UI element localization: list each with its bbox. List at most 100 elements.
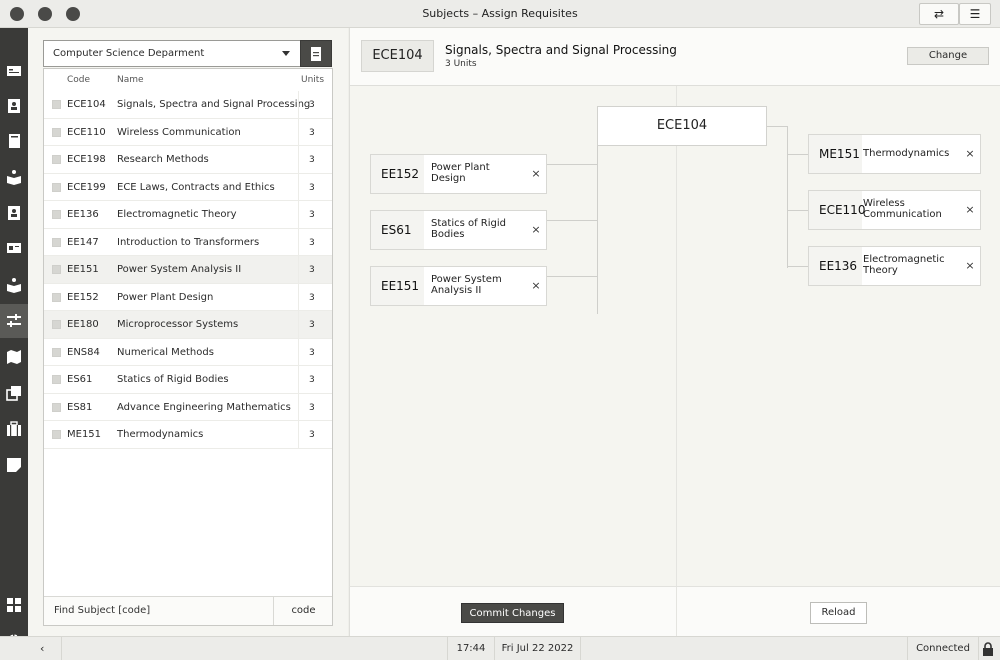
sidebar-item-reader[interactable] [5, 168, 23, 186]
row-checkbox[interactable] [52, 430, 61, 439]
row-units: 3 [309, 127, 315, 138]
row-checkbox[interactable] [52, 127, 61, 137]
prerequisite-node[interactable]: ES61 Statics of Rigid Bodies × [370, 210, 547, 250]
remove-icon[interactable]: × [960, 135, 980, 173]
sidebar-item-note[interactable] [5, 456, 23, 474]
column-header-name[interactable]: Name [117, 75, 144, 85]
column-header-units[interactable]: Units [301, 75, 324, 85]
department-action-button[interactable] [300, 40, 332, 67]
remove-icon[interactable]: × [960, 191, 980, 229]
row-checkbox[interactable] [52, 100, 61, 109]
reload-button[interactable]: Reload [810, 602, 867, 624]
status-time: 17:44 [447, 637, 495, 660]
row-name: Introduction to Transformers [117, 236, 260, 248]
row-code: EE180 [67, 319, 99, 330]
table-row[interactable]: ME151 Thermodynamics 3 [44, 421, 332, 449]
row-checkbox[interactable] [52, 292, 61, 302]
grid-icon [7, 598, 21, 612]
table-row[interactable]: ENS84 Numerical Methods 3 [44, 338, 332, 366]
sidebar-item-id-card[interactable] [5, 62, 23, 80]
row-checkbox[interactable] [52, 155, 61, 164]
profile-card-icon [7, 243, 21, 253]
sidebar-item-reading[interactable] [5, 276, 23, 294]
row-name: Power System Analysis II [117, 264, 242, 275]
row-code: EE147 [67, 236, 99, 248]
node-code: ECE110 [809, 191, 865, 229]
sidebar-item-address-book[interactable] [5, 204, 23, 222]
table-row[interactable]: ES61 Statics of Rigid Bodies 3 [44, 366, 332, 394]
sidebar-item-profile-card[interactable] [5, 239, 23, 257]
connector-line [787, 154, 808, 155]
node-code: EE136 [809, 247, 862, 285]
find-subject-input[interactable]: Find Subject [code] [54, 605, 150, 616]
subject-list-panel: Computer Science Deparment Code Name Uni… [28, 28, 348, 636]
chevron-down-icon [282, 51, 290, 56]
status-date: Fri Jul 22 2022 [495, 637, 581, 660]
table-row[interactable]: EE180 Microprocessor Systems 3 [44, 311, 332, 339]
table-row[interactable]: EE151 Power System Analysis II 3 [44, 256, 332, 284]
prerequisite-node[interactable]: EE151 Power System Analysis II × [370, 266, 547, 306]
row-code: ECE104 [67, 99, 106, 110]
remove-icon[interactable]: × [526, 211, 546, 249]
remove-icon[interactable]: × [526, 267, 546, 305]
row-checkbox[interactable] [52, 237, 61, 247]
row-checkbox[interactable] [52, 375, 61, 384]
row-code: ECE198 [67, 154, 106, 165]
sidebar-item-requisites[interactable] [5, 312, 23, 330]
table-row[interactable]: ES81 Advance Engineering Mathematics 3 [44, 393, 332, 421]
row-units: 3 [309, 182, 315, 193]
row-checkbox[interactable] [52, 182, 61, 192]
dependent-node[interactable]: ME151 Thermodynamics × [808, 134, 981, 174]
row-units: 3 [309, 100, 315, 110]
commit-changes-button[interactable]: Commit Changes [461, 603, 564, 623]
remove-icon[interactable]: × [960, 247, 980, 285]
center-subject-node[interactable]: ECE104 [597, 106, 767, 146]
node-code: EE151 [371, 267, 424, 305]
subject-code-badge: ECE104 [361, 40, 434, 72]
row-checkbox[interactable] [52, 210, 61, 219]
window-title: Subjects – Assign Requisites [422, 7, 578, 20]
find-mode-button[interactable]: code [273, 597, 333, 625]
sidebar-item-briefcase[interactable] [5, 420, 23, 438]
find-subject-bar: Find Subject [code] code [44, 596, 332, 625]
contact-book-icon [8, 99, 20, 113]
row-checkbox[interactable] [52, 265, 61, 274]
swap-button[interactable]: ⇄ [919, 3, 959, 25]
table-row[interactable]: EE147 Introduction to Transformers 3 [44, 228, 332, 256]
table-row[interactable]: ECE199 ECE Laws, Contracts and Ethics 3 [44, 173, 332, 201]
sidebar-item-copy[interactable] [5, 384, 23, 402]
row-name: Wireless Communication [117, 126, 241, 138]
column-header-code[interactable]: Code [67, 75, 90, 85]
dependent-node[interactable]: EE136 Electromagnetic Theory × [808, 246, 981, 286]
sidebar-item-book[interactable] [5, 132, 23, 150]
back-button[interactable]: ‹ [0, 637, 62, 660]
row-code: ES61 [67, 374, 93, 385]
row-name: Electromagnetic Theory [117, 209, 237, 220]
table-row[interactable]: ECE110 Wireless Communication 3 [44, 118, 332, 146]
sidebar-item-map[interactable] [5, 348, 23, 366]
sidebar-item-dashboard[interactable] [5, 596, 23, 614]
row-code: EE151 [67, 264, 99, 275]
book-icon [9, 134, 20, 148]
connector-line [546, 164, 597, 165]
diagram-divider [676, 86, 677, 636]
table-row[interactable]: ECE198 Research Methods 3 [44, 146, 332, 174]
row-checkbox[interactable] [52, 402, 61, 412]
chevron-left-icon: ‹ [40, 642, 45, 655]
dependent-node[interactable]: ECE110 Wireless Communication × [808, 190, 981, 230]
table-row[interactable]: EE152 Power Plant Design 3 [44, 283, 332, 311]
connector-line [767, 126, 787, 127]
table-row[interactable]: EE136 Electromagnetic Theory 3 [44, 201, 332, 229]
change-button[interactable]: Change [907, 47, 989, 65]
row-checkbox[interactable] [52, 320, 61, 329]
remove-icon[interactable]: × [526, 155, 546, 193]
prerequisite-node[interactable]: EE152 Power Plant Design × [370, 154, 547, 194]
sidebar-item-contacts[interactable] [5, 97, 23, 115]
row-code: ME151 [67, 429, 102, 440]
table-row[interactable]: ECE104 Signals, Spectra and Signal Proces… [44, 91, 332, 119]
sidebar [0, 28, 28, 648]
department-select[interactable]: Computer Science Deparment [43, 40, 301, 67]
row-checkbox[interactable] [52, 347, 61, 357]
connector-line [787, 126, 788, 268]
menu-button[interactable]: ☰ [959, 3, 991, 25]
